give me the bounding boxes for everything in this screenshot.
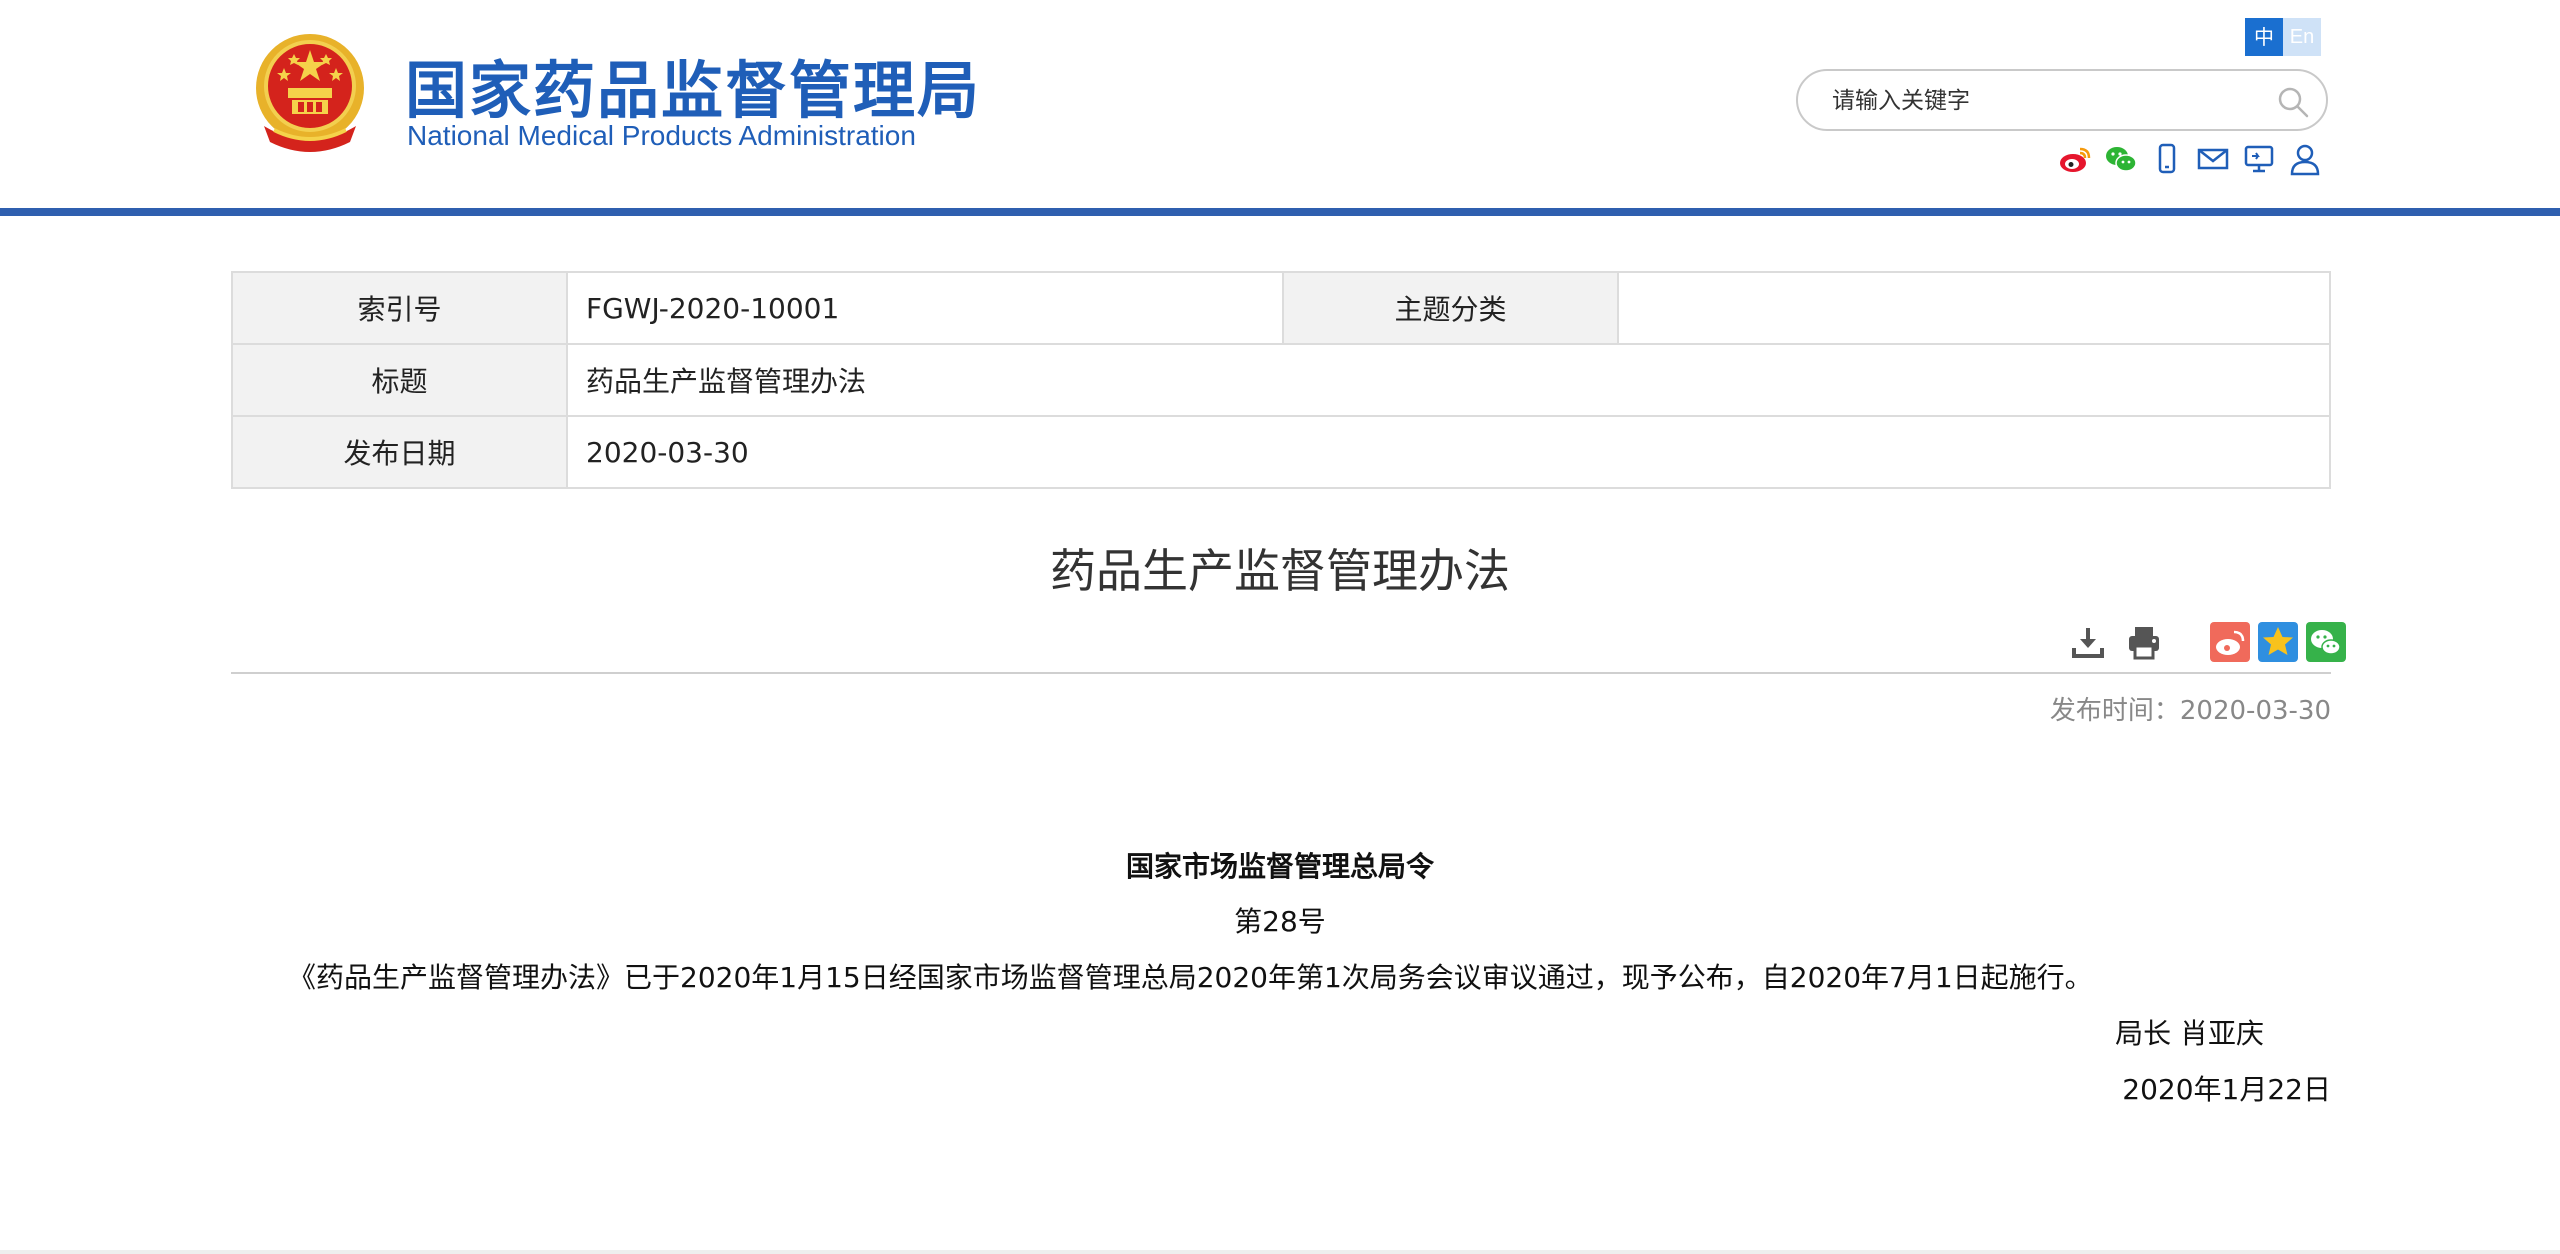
mobile-icon[interactable] bbox=[2150, 142, 2184, 176]
publish-time: 发布时间：2020-03-30 bbox=[2049, 696, 2331, 726]
share-wechat-icon[interactable] bbox=[2306, 622, 2346, 662]
order-heading: 国家市场监督管理总局令 bbox=[1125, 850, 1434, 883]
download-icon[interactable] bbox=[2068, 622, 2108, 662]
national-emblem-logo[interactable] bbox=[250, 30, 370, 156]
site-name-en[interactable]: National Medical Products Administration bbox=[407, 120, 916, 152]
search-input[interactable] bbox=[1830, 79, 2254, 123]
mail-icon[interactable] bbox=[2196, 142, 2230, 176]
header-divider bbox=[0, 208, 2560, 216]
table-row: 标题 药品生产监督管理办法 bbox=[231, 343, 2331, 417]
share-weibo-icon[interactable] bbox=[2210, 622, 2250, 662]
page: 国家药品监督管理局 National Medical Products Admi… bbox=[0, 0, 2560, 1254]
footer-divider bbox=[0, 1250, 2560, 1254]
weibo-icon[interactable] bbox=[2058, 142, 2092, 176]
monitor-icon[interactable] bbox=[2242, 142, 2276, 176]
search-icon[interactable] bbox=[2276, 85, 2310, 119]
topic-label: 主题分类 bbox=[1282, 271, 1619, 345]
signature: 局长 肖亚庆 bbox=[2115, 1017, 2264, 1050]
article-body: 《药品生产监督管理办法》已于2020年1月15日经国家市场监督管理总局2020年… bbox=[288, 961, 2093, 994]
print-icon[interactable] bbox=[2124, 622, 2164, 662]
index-label: 索引号 bbox=[231, 271, 568, 345]
table-row: 发布日期 2020-03-30 bbox=[231, 415, 2331, 489]
topic-value bbox=[1617, 271, 2331, 345]
site-name-cn[interactable]: 国家药品监督管理局 bbox=[405, 40, 981, 130]
lang-zh-button[interactable]: 中 bbox=[2245, 18, 2283, 56]
title-label: 标题 bbox=[231, 343, 568, 417]
document-info-table: 索引号 FGWJ-2020-10001 主题分类 标题 药品生产监督管理办法 发… bbox=[231, 271, 2331, 489]
social-links bbox=[2058, 142, 2322, 176]
wechat-icon[interactable] bbox=[2104, 142, 2138, 176]
favorite-icon[interactable] bbox=[2258, 622, 2298, 662]
title-value: 药品生产监督管理办法 bbox=[566, 343, 2331, 417]
user-icon[interactable] bbox=[2288, 142, 2322, 176]
date-value: 2020-03-30 bbox=[566, 415, 2331, 489]
table-row: 索引号 FGWJ-2020-10001 主题分类 bbox=[231, 271, 2331, 345]
sign-date: 2020年1月22日 bbox=[2122, 1073, 2331, 1106]
site-header: 国家药品监督管理局 National Medical Products Admi… bbox=[0, 0, 2560, 210]
article-title: 药品生产监督管理办法 bbox=[1050, 544, 1510, 598]
title-divider bbox=[231, 672, 2331, 674]
article-toolbar bbox=[2068, 622, 2346, 662]
search-box bbox=[1796, 69, 2328, 131]
index-value: FGWJ-2020-10001 bbox=[566, 271, 1284, 345]
date-label: 发布日期 bbox=[231, 415, 568, 489]
lang-en-button[interactable]: En bbox=[2283, 18, 2321, 56]
order-number: 第28号 bbox=[1234, 905, 1326, 938]
